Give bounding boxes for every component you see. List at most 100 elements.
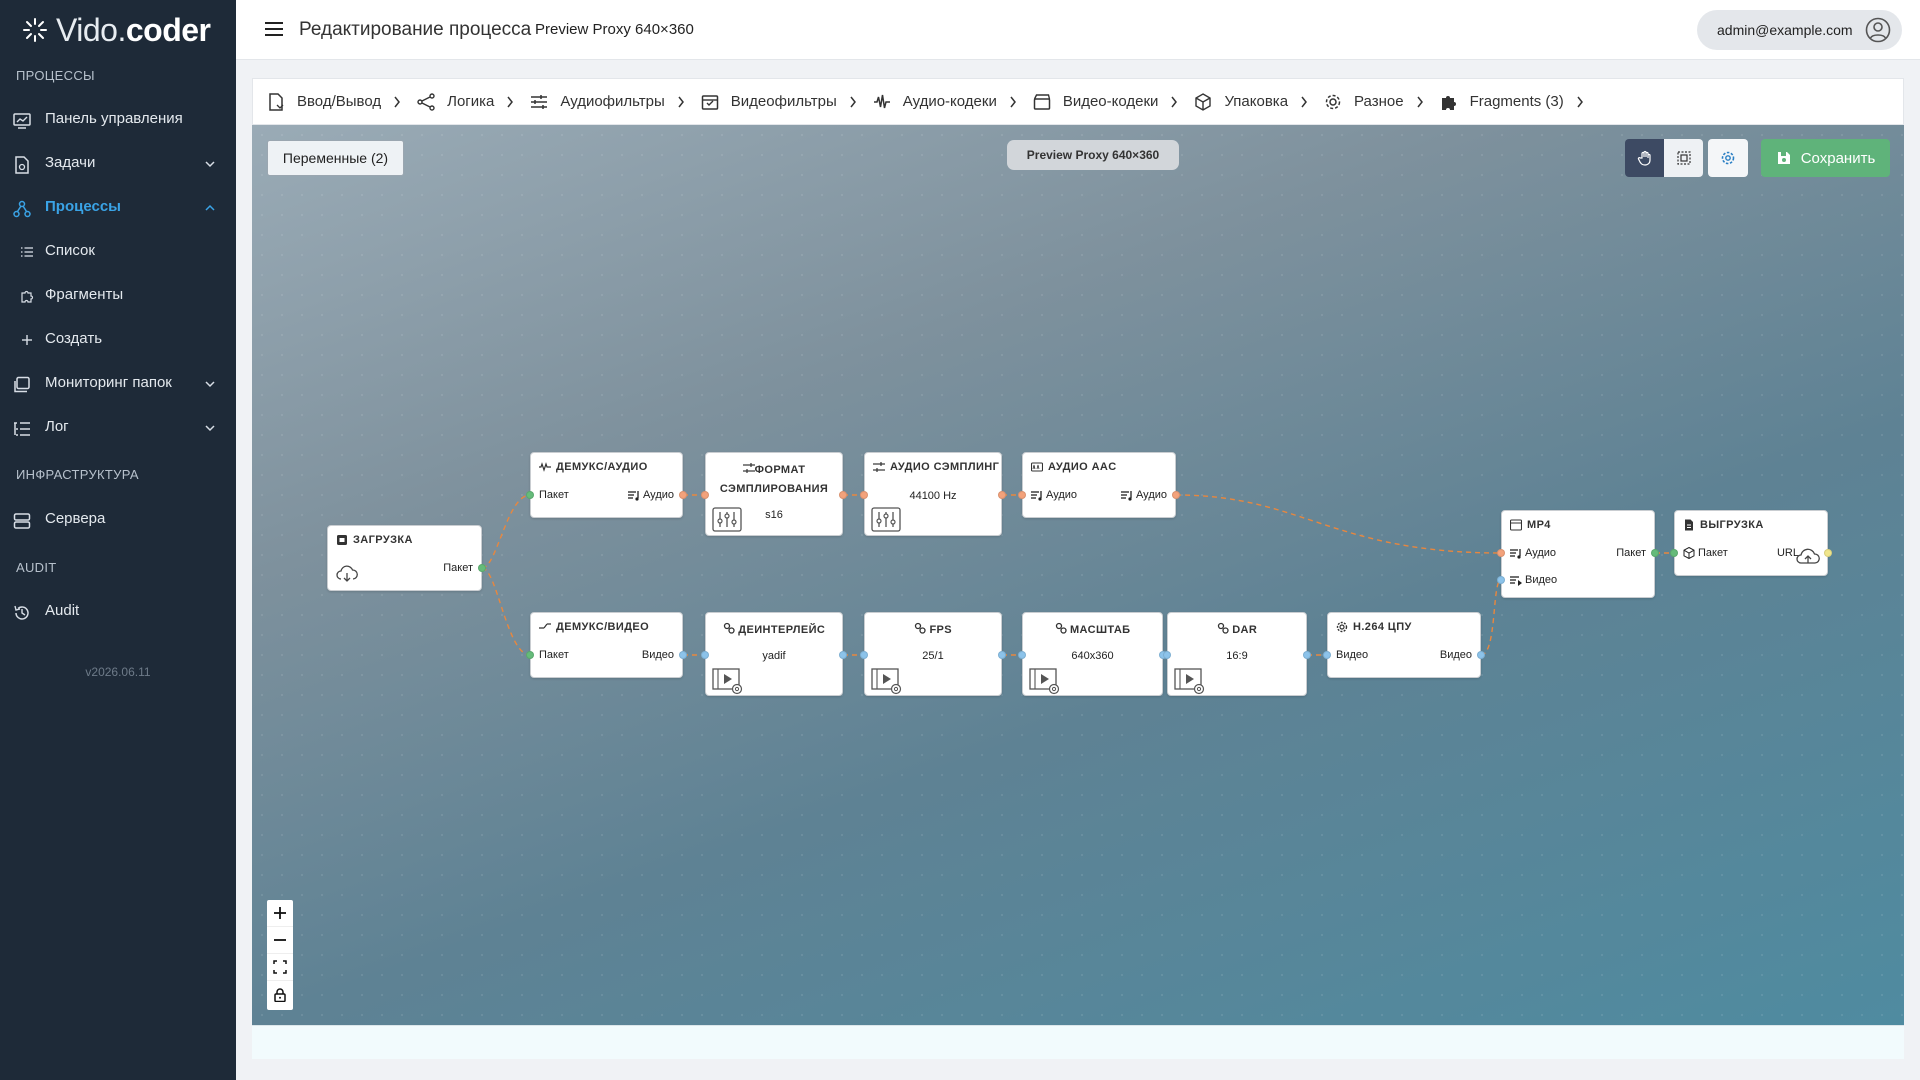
category-fragments[interactable]: Fragments (3)	[1440, 78, 1600, 125]
node-title: ДЕМУКС/ВИДЕО	[539, 621, 649, 633]
save-button[interactable]: Сохранить	[1761, 139, 1890, 177]
video-filter-icon	[701, 94, 719, 110]
brand-name: Vido.coder	[56, 11, 211, 48]
sidebar-item-create[interactable]: Создать	[0, 318, 236, 362]
save-label: Сохранить	[1800, 149, 1876, 167]
sidebar-item-fragments[interactable]: Фрагменты	[0, 274, 236, 318]
category-label: Аудиофильтры	[560, 93, 665, 110]
port-in-dot[interactable]	[860, 651, 868, 659]
port-in-dot[interactable]	[526, 491, 534, 499]
node-dar[interactable]: DAR 16:9	[1163, 612, 1311, 696]
port-in-dot[interactable]	[1163, 651, 1171, 659]
port-out-dot[interactable]	[1651, 549, 1659, 557]
video-settings-icon	[1174, 668, 1205, 695]
video-list-icon	[1510, 576, 1522, 586]
category-video-codecs[interactable]: Видео-кодеки	[1033, 78, 1195, 125]
port-out-dot[interactable]	[1303, 651, 1311, 659]
process-canvas[interactable]: Переменные (2) Preview Proxy 640×360 Сох…	[252, 125, 1904, 1025]
category-packaging[interactable]: Упаковка	[1194, 78, 1324, 125]
node-h264[interactable]: H.264 ЦПУ Видео Видео	[1323, 612, 1485, 678]
node-demux-audio[interactable]: ДЕМУКС/АУДИО Пакет Аудио	[526, 452, 687, 518]
zoom-controls	[267, 900, 293, 1010]
fit-view-button[interactable]	[267, 954, 293, 981]
port-in-dot[interactable]	[1670, 549, 1678, 557]
process-settings-button[interactable]	[1708, 139, 1748, 177]
file-export-icon	[1685, 519, 1693, 531]
plus-icon	[274, 907, 286, 919]
port-out-dot[interactable]	[478, 564, 486, 572]
node-resample[interactable]: АУДИО СЭМПЛИНГ 44100 Hz	[860, 452, 1006, 536]
port-in-dot[interactable]	[1497, 576, 1505, 584]
node-export[interactable]: ВЫГРУЗКА Пакет URL	[1670, 510, 1832, 576]
port-out-dot[interactable]	[1824, 549, 1832, 557]
sidebar-item-processes[interactable]: Процессы	[0, 186, 236, 230]
port-in-dot[interactable]	[1018, 651, 1026, 659]
sidebar-item-monitoring[interactable]: Мониторинг папок	[0, 362, 236, 406]
chevron-up-icon	[205, 204, 215, 211]
category-io[interactable]: Ввод/Вывод	[267, 78, 417, 125]
sidebar-item-tasks[interactable]: Задачи	[0, 142, 236, 186]
port-out-dot[interactable]	[998, 491, 1006, 499]
node-category-bar: Ввод/Вывод Логика Аудиофильтры Видеофиль…	[252, 78, 1904, 125]
menu-icon[interactable]	[264, 20, 284, 38]
category-label: Аудио-кодеки	[902, 93, 997, 110]
node-scale[interactable]: МАСШТАБ 640x360	[1018, 612, 1167, 696]
pan-tool-button[interactable]	[1625, 139, 1664, 177]
sidebar-item-servers[interactable]: Сервера	[0, 498, 236, 542]
select-tool-button[interactable]	[1664, 139, 1703, 177]
sidebar-item-audit[interactable]: Audit	[0, 590, 236, 634]
audio-list-icon	[627, 491, 639, 501]
port-out-dot[interactable]	[679, 491, 687, 499]
category-audio-codecs[interactable]: Аудио-кодеки	[873, 78, 1033, 125]
category-label: Разное	[1354, 93, 1404, 110]
node-demux-video[interactable]: ДЕМУКС/ВИДЕО Пакет Видео	[526, 612, 687, 678]
category-label: Fragments (3)	[1469, 93, 1564, 110]
zoom-out-button[interactable]	[267, 927, 293, 954]
sidebar-item-list[interactable]: Список	[0, 230, 236, 274]
category-logic[interactable]: Логика	[417, 78, 530, 125]
port-in-dot[interactable]	[860, 491, 868, 499]
node-sample-format[interactable]: ФОРМАТ СЭМПЛИРОВАНИЯ s16	[701, 452, 847, 536]
task-file-icon	[15, 156, 29, 174]
port-out-dot[interactable]	[1477, 651, 1485, 659]
dashboard-icon	[13, 113, 31, 129]
sidebar-item-label: Список	[45, 242, 95, 259]
sidebar-item-log[interactable]: Лог	[0, 406, 236, 450]
lock-button[interactable]	[267, 981, 293, 1008]
node-aac[interactable]: АУДИО AAC Аудио Аудио	[1018, 452, 1180, 518]
port-in-dot[interactable]	[1497, 549, 1505, 557]
variables-button[interactable]: Переменные (2)	[267, 140, 404, 176]
node-fps[interactable]: FPS 25/1	[860, 612, 1006, 696]
node-value: 16:9	[1226, 650, 1248, 662]
sidebar-item-dashboard[interactable]: Панель управления	[0, 98, 236, 142]
category-video-filters[interactable]: Видеофильтры	[701, 78, 873, 125]
page-title: Редактирование процесса	[299, 19, 532, 40]
port-in-dot[interactable]	[526, 651, 534, 659]
node-title: МАСШТАБ	[1023, 621, 1162, 640]
gear-icon	[1336, 621, 1348, 633]
node-upload[interactable]: ЗАГРУЗКА Пакет	[327, 525, 486, 591]
sidebar-item-label: Фрагменты	[45, 286, 124, 303]
folders-icon	[14, 376, 30, 393]
category-misc[interactable]: Разное	[1324, 78, 1440, 125]
port-out-dot[interactable]	[839, 491, 847, 499]
user-menu-button[interactable]: admin@example.com	[1697, 10, 1902, 50]
node-deinterlace[interactable]: ДЕИНТЕРЛЕЙС yadif	[701, 612, 847, 696]
brand-logo[interactable]: Vido.coder	[22, 10, 211, 50]
port-out-dot[interactable]	[1172, 491, 1180, 499]
settings-gear-icon	[1721, 151, 1735, 165]
edge-aac-mp4	[1175, 494, 1502, 554]
category-audio-filters[interactable]: Аудиофильтры	[530, 78, 700, 125]
port-in-dot[interactable]	[1323, 651, 1331, 659]
port-in-dot[interactable]	[701, 651, 709, 659]
port-in-dot[interactable]	[701, 491, 709, 499]
port-out-dot[interactable]	[679, 651, 687, 659]
node-value: yadif	[762, 650, 786, 662]
zoom-in-button[interactable]	[267, 900, 293, 927]
port-out-dot[interactable]	[998, 651, 1006, 659]
port-out-dot[interactable]	[839, 651, 847, 659]
edge-upload-demux-video	[481, 567, 531, 656]
video-settings-icon	[871, 668, 902, 695]
node-mp4[interactable]: MP4 Аудио Видео Пакет	[1497, 510, 1659, 598]
port-in-dot[interactable]	[1018, 491, 1026, 499]
